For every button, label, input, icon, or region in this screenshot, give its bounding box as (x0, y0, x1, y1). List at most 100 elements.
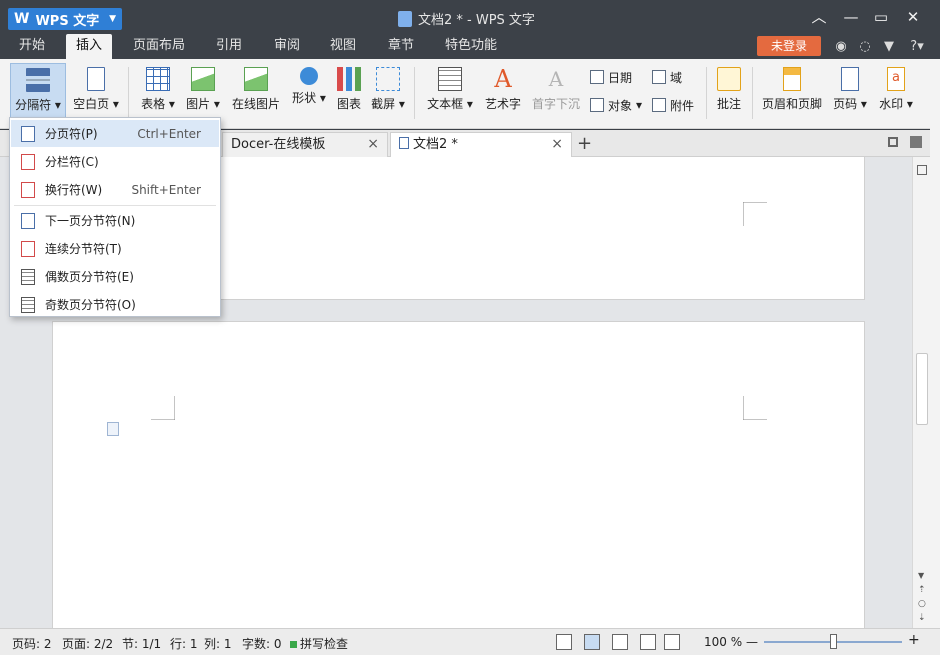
collapse-ribbon-icon[interactable]: ︿ (806, 6, 832, 28)
tab-start[interactable]: 开始 (10, 34, 54, 59)
shirt-icon[interactable]: ▼ (880, 38, 898, 56)
even-page-section-icon (21, 268, 35, 285)
tab-list-icon[interactable] (888, 137, 898, 147)
wordart-label: 艺术字 (484, 97, 521, 111)
close-icon[interactable]: ✕ (900, 6, 926, 28)
doc-tab-label: Docer-在线模板 (231, 137, 326, 152)
menu-item-label: 下一页分节符(N) (45, 214, 136, 228)
menu-item-continuous-section[interactable]: 连续分节符(T) (11, 235, 219, 262)
drop-cap-label: 首字下沉 (531, 97, 580, 111)
tab-options-icon[interactable] (910, 136, 922, 148)
zoom-level[interactable]: 100 % (704, 635, 742, 649)
ruler-toggle-icon[interactable] (917, 165, 927, 175)
menu-item-label: 偶数页分节符(E) (45, 270, 134, 284)
zoom-in-button[interactable]: + (908, 632, 920, 648)
maximize-icon[interactable]: ▭ (868, 6, 894, 28)
app-menu-button[interactable]: W WPS 文字 ▼ (8, 8, 122, 30)
picture-label: 图片 (186, 97, 211, 111)
zoom-out-button[interactable]: — (746, 635, 758, 649)
status-page-number[interactable]: 页码: 2 (12, 635, 52, 652)
table-icon (146, 67, 170, 91)
object-button[interactable]: 对象 ▾ (590, 95, 642, 115)
paste-options-icon[interactable] (107, 422, 119, 436)
chart-button[interactable]: 图表 (334, 63, 364, 123)
help-icon[interactable]: ?▾ (906, 38, 928, 56)
header-footer-button[interactable]: 页眉和页脚 (758, 63, 826, 123)
close-tab-icon[interactable]: × (367, 133, 379, 156)
shape-button[interactable]: 形状 ▾ (288, 63, 330, 123)
next-page-icon[interactable]: ⇣ (918, 613, 926, 623)
blank-page-icon (87, 67, 105, 91)
comment-button[interactable]: 批注 (712, 63, 746, 123)
app-menu-label: WPS 文字 (35, 13, 100, 29)
vertical-scrollbar[interactable]: ▼ ⇡ ○ ⇣ (912, 157, 930, 628)
tab-insert[interactable]: 插入 (66, 34, 112, 59)
watermark-button[interactable]: a 水印 ▾ (874, 63, 918, 123)
date-button[interactable]: 日期 (590, 67, 632, 87)
screenshot-button[interactable]: 截屏 ▾ (368, 63, 408, 123)
textbox-icon (438, 67, 462, 91)
full-screen-icon[interactable] (556, 634, 572, 650)
menu-item-odd-page-section[interactable]: 奇数页分节符(O) (11, 291, 219, 318)
page-break-icon (21, 125, 35, 142)
status-pages[interactable]: 页面: 2/2 (62, 635, 113, 652)
zoom-slider-thumb[interactable] (830, 634, 837, 649)
tab-page-layout[interactable]: 页面布局 (128, 34, 190, 59)
select-browse-icon[interactable]: ○ (918, 599, 926, 609)
reading-view-icon[interactable] (664, 634, 680, 650)
break-button[interactable]: 分隔符 ▾ (10, 63, 66, 123)
help-label: ? (910, 39, 918, 54)
margin-corner-mark (151, 396, 175, 420)
status-row[interactable]: 行: 1 (170, 635, 198, 652)
menu-item-next-page-section[interactable]: 下一页分节符(N) (11, 207, 219, 234)
attachment-button[interactable]: 附件 (652, 95, 694, 115)
tab-special[interactable]: 特色功能 (438, 34, 504, 59)
menu-item-page-break[interactable]: 分页符(P) Ctrl+Enter (11, 120, 219, 147)
status-section[interactable]: 节: 1/1 (122, 635, 161, 652)
online-picture-button[interactable]: 在线图片 (228, 63, 284, 123)
table-button[interactable]: 表格 ▾ (136, 63, 180, 123)
page-2[interactable] (52, 321, 865, 628)
blank-page-button[interactable]: 空白页 ▾ (70, 63, 122, 123)
picture-button[interactable]: 图片 ▾ (182, 63, 224, 123)
menu-item-label: 奇数页分节符(O) (45, 298, 136, 312)
tab-document2[interactable]: 文档2 * × (390, 132, 572, 157)
scroll-down-icon[interactable]: ▼ (918, 571, 924, 580)
feedback-icon[interactable]: ◌ (856, 38, 874, 56)
tab-view[interactable]: 视图 (322, 34, 364, 59)
close-tab-icon[interactable]: × (551, 133, 563, 156)
online-picture-label: 在线图片 (231, 97, 280, 111)
textbox-button[interactable]: 文本框 ▾ (424, 63, 476, 123)
web-view-icon[interactable] (640, 634, 656, 650)
wordart-button[interactable]: A 艺术字 (482, 63, 524, 123)
scrollbar-thumb[interactable] (916, 353, 928, 425)
field-button[interactable]: 域 (652, 67, 682, 87)
page-view-icon[interactable] (584, 634, 600, 650)
menu-tabs: 开始 插入 页面布局 引用 审阅 视图 章节 特色功能 未登录 ◉ ◌ ▼ ?▾ (0, 34, 940, 59)
spell-check-toggle[interactable]: 拼写检查 (290, 635, 348, 652)
break-icon (26, 68, 50, 92)
prev-page-icon[interactable]: ⇡ (918, 585, 926, 595)
tab-chapter[interactable]: 章节 (380, 34, 422, 59)
new-tab-button[interactable]: + (577, 133, 592, 154)
outline-view-icon[interactable] (612, 634, 628, 650)
window-title: 文档2 * - WPS 文字 (398, 9, 535, 28)
tab-review[interactable]: 审阅 (266, 34, 308, 59)
login-button[interactable]: 未登录 (757, 36, 821, 56)
header-footer-icon (783, 67, 801, 91)
menu-item-line-break[interactable]: 换行符(W) Shift+Enter (11, 176, 219, 203)
tab-docer-templates[interactable]: Docer-在线模板 × (222, 132, 388, 157)
menu-item-label: 换行符(W) (45, 183, 103, 197)
page-number-icon (841, 67, 859, 91)
menu-item-even-page-section[interactable]: 偶数页分节符(E) (11, 263, 219, 290)
menu-item-column-break[interactable]: 分栏符(C) (11, 148, 219, 175)
skin-icon[interactable]: ◉ (832, 38, 850, 56)
status-word-count[interactable]: 字数: 0 (242, 635, 282, 652)
line-break-icon (21, 181, 35, 198)
minimize-icon[interactable]: — (838, 6, 864, 28)
status-column[interactable]: 列: 1 (204, 635, 232, 652)
drop-cap-button[interactable]: A 首字下沉 (530, 63, 582, 123)
page-number-button[interactable]: 页码 ▾ (830, 63, 870, 123)
tab-references[interactable]: 引用 (208, 34, 250, 59)
drop-cap-icon: A (548, 67, 564, 91)
